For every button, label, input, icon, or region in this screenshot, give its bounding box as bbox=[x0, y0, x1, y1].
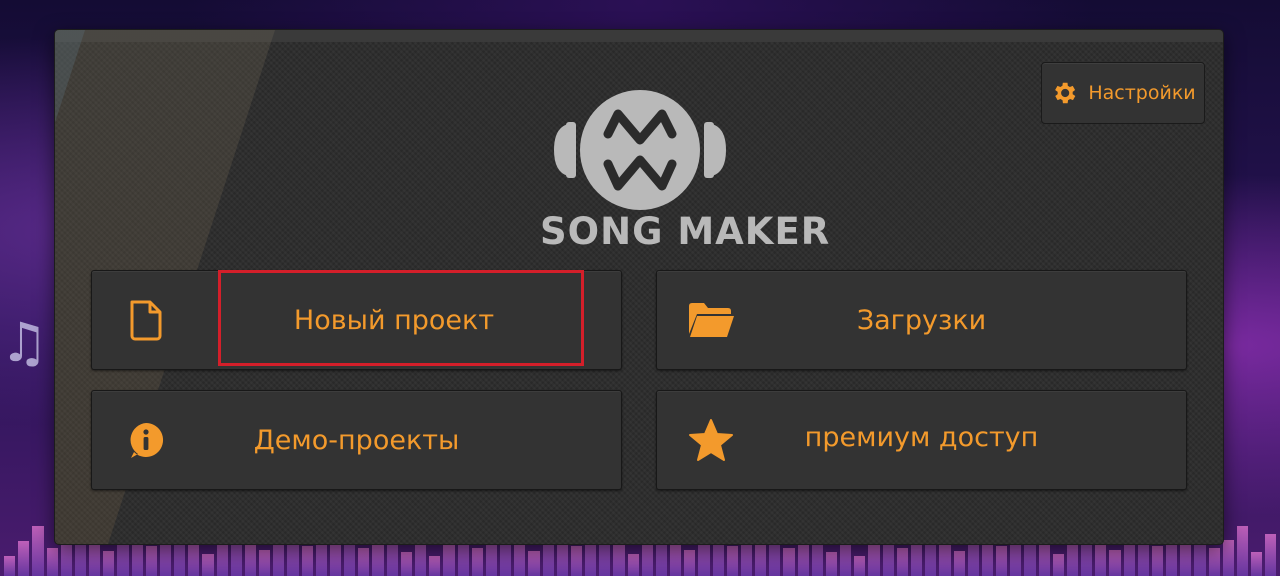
main-menu-panel: SONG MAKER Настройки Новый проект Загруз… bbox=[55, 30, 1223, 544]
equalizer-bar bbox=[18, 541, 30, 576]
equalizer-bar bbox=[1236, 526, 1249, 576]
app-title: SONG MAKER bbox=[540, 210, 831, 253]
equalizer-bar bbox=[528, 551, 540, 576]
equalizer-bar bbox=[1095, 542, 1107, 576]
equalizer-bar bbox=[996, 546, 1008, 576]
equalizer-bar bbox=[145, 546, 157, 576]
equalizer-bar bbox=[32, 526, 44, 576]
settings-button[interactable]: Настройки bbox=[1041, 62, 1205, 124]
equalizer-bar bbox=[400, 552, 412, 576]
equalizer-bar bbox=[301, 546, 313, 576]
equalizer-bar bbox=[443, 541, 455, 576]
song-maker-logo: SONG MAKER bbox=[540, 62, 831, 253]
equalizer-bar bbox=[372, 540, 384, 576]
music-note-icon: ♫ bbox=[0, 311, 49, 374]
gear-icon bbox=[1055, 82, 1076, 104]
equalizer-bar bbox=[783, 548, 795, 576]
demo-projects-label: Демо-проекты bbox=[253, 424, 460, 456]
equalizer-bar bbox=[613, 540, 625, 576]
equalizer-bar bbox=[46, 548, 58, 576]
new-project-button[interactable]: Новый проект bbox=[91, 270, 622, 370]
equalizer-bar bbox=[1265, 534, 1277, 576]
equalizer-bar bbox=[188, 540, 200, 576]
equalizer-bar bbox=[429, 556, 441, 576]
premium-access-button[interactable]: премиум доступ bbox=[656, 390, 1187, 490]
equalizer-bar bbox=[259, 550, 271, 576]
equalizer-bar bbox=[4, 556, 16, 576]
equalizer-bar bbox=[684, 550, 696, 576]
downloads-button[interactable]: Загрузки bbox=[656, 270, 1187, 370]
demo-projects-button[interactable]: Демо-проекты bbox=[91, 390, 622, 490]
equalizer-bar bbox=[570, 546, 583, 576]
downloads-label: Загрузки bbox=[856, 304, 987, 336]
equalizer-bar bbox=[103, 551, 115, 576]
equalizer-bar bbox=[1222, 540, 1234, 576]
equalizer-bar bbox=[244, 542, 257, 576]
premium-access-label: премиум доступ bbox=[804, 421, 1039, 453]
equalizer-bar bbox=[471, 548, 483, 576]
equalizer-bar bbox=[854, 556, 866, 576]
settings-label: Настройки bbox=[1088, 82, 1196, 104]
equalizer-bar bbox=[1151, 546, 1164, 576]
headphones-logo-icon bbox=[554, 90, 726, 210]
equalizer-bar bbox=[1052, 554, 1064, 576]
equalizer-bar bbox=[825, 552, 838, 576]
equalizer-bar bbox=[1038, 540, 1050, 576]
equalizer-bar bbox=[1109, 550, 1121, 576]
equalizer-bar bbox=[726, 546, 738, 576]
equalizer-bar bbox=[1208, 548, 1220, 576]
equalizer-bar bbox=[358, 548, 370, 576]
equalizer-bar bbox=[868, 541, 880, 576]
equalizer-bar bbox=[1251, 552, 1263, 576]
equalizer-bar bbox=[202, 554, 214, 576]
equalizer-bar bbox=[797, 540, 809, 576]
equalizer-bar bbox=[953, 551, 965, 576]
new-project-label: Новый проект bbox=[293, 304, 495, 336]
equalizer-bar bbox=[627, 554, 639, 576]
equalizer-bar bbox=[896, 548, 908, 576]
equalizer-bar bbox=[670, 542, 682, 576]
